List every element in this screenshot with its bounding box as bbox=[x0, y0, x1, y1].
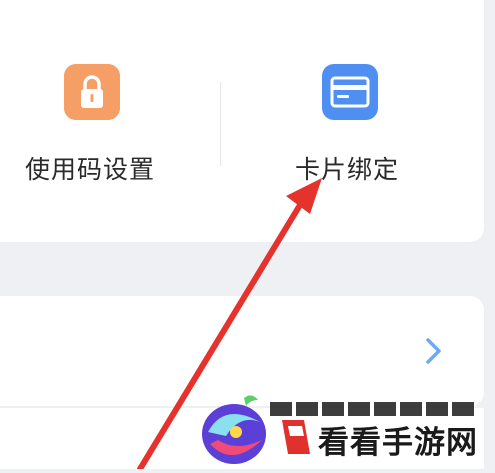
card-binding-label: 卡片绑定 bbox=[294, 155, 399, 184]
usage-code-settings-button[interactable]: 使用码设置 bbox=[0, 0, 220, 242]
usage-code-settings-label: 使用码设置 bbox=[24, 155, 155, 184]
card-binding-button[interactable]: 卡片绑定 bbox=[222, 0, 484, 242]
chevron-right-icon[interactable] bbox=[420, 336, 446, 366]
watermark-badge-icon bbox=[282, 420, 310, 454]
list-row[interactable] bbox=[0, 296, 484, 406]
card-icon bbox=[322, 64, 378, 120]
lock-icon bbox=[64, 64, 120, 120]
divider bbox=[220, 82, 221, 166]
watermark-text: 看看手游网 bbox=[318, 425, 478, 461]
watermark-logo-icon bbox=[202, 395, 266, 464]
